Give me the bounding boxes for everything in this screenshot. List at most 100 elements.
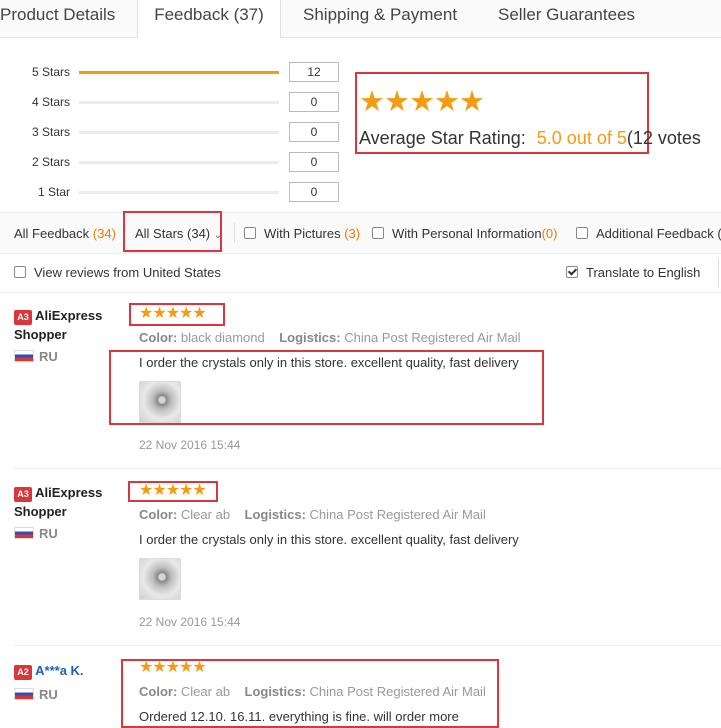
tab-product-details[interactable]: Product Details xyxy=(0,0,137,37)
filter-all-feedback-label: All Feedback xyxy=(14,226,90,241)
divider xyxy=(14,645,721,646)
tab-bar: Product Details Feedback (37) Shipping &… xyxy=(0,0,721,38)
rating-row-1: 1 Star 0 xyxy=(0,182,345,202)
filter-additional-feedback[interactable]: Additional Feedback ( xyxy=(576,226,721,241)
translate-label: Translate to English xyxy=(586,265,701,280)
review-stars-icon: ★★★★★ xyxy=(139,482,207,499)
chevron-down-icon: ⌄ xyxy=(213,230,223,241)
filter-with-pictures[interactable]: With Pictures (3) xyxy=(244,226,360,241)
checkbox-icon[interactable] xyxy=(576,227,588,239)
review-photo-thumbnail[interactable] xyxy=(139,558,181,600)
rating-row-2: 2 Stars 0 xyxy=(0,152,345,172)
rating-bar-fill xyxy=(79,71,279,74)
logistics-value: China Post Registered Air Mail xyxy=(309,684,486,699)
reviewer-country: RU xyxy=(39,526,58,541)
review-text: I order the crystals only in this store.… xyxy=(139,532,519,547)
level-badge: A3 xyxy=(14,310,32,325)
reviewer-country: RU xyxy=(39,349,58,364)
rating-row-label: 5 Stars xyxy=(31,65,70,79)
average-stars-icon: ★★★★★ xyxy=(359,86,485,118)
review-date: 22 Nov 2016 15:44 xyxy=(139,615,241,629)
filter-with-pictures-count: (3) xyxy=(344,226,361,241)
divider xyxy=(234,223,235,243)
logistics-value: China Post Registered Air Mail xyxy=(309,507,486,522)
checkbox-icon[interactable] xyxy=(244,227,256,239)
rating-row-label: 3 Stars xyxy=(31,125,70,139)
rating-bar-track xyxy=(79,101,279,104)
filter-personal-info-label: With Personal Information xyxy=(392,226,542,241)
logistics-value: China Post Registered Air Mail xyxy=(344,330,521,345)
checkbox-icon[interactable] xyxy=(372,227,384,239)
review-photo-thumbnail[interactable] xyxy=(139,381,181,423)
color-value: Clear ab xyxy=(180,507,231,522)
filter-personal-info-count: (0) xyxy=(541,226,558,241)
review-meta: Color: black diamond Logistics: China Po… xyxy=(139,330,521,345)
filter-personal-info[interactable]: With Personal Information(0) xyxy=(372,226,557,241)
rating-bar-track xyxy=(79,71,279,74)
average-rating-label: Average Star Rating: xyxy=(359,128,526,148)
reviewer-info: A2 A***a K. RU xyxy=(14,661,129,704)
rating-count: 0 xyxy=(289,122,339,142)
russia-flag-icon xyxy=(14,350,34,362)
review-meta: Color: Clear ab Logistics: China Post Re… xyxy=(139,684,486,699)
level-badge: A2 xyxy=(14,665,32,680)
view-from-us-label: View reviews from United States xyxy=(34,265,221,280)
rating-count: 0 xyxy=(289,92,339,112)
filter-bar: All Feedback (34) All Stars (34) ⌄ With … xyxy=(0,211,721,254)
rating-bar-track xyxy=(79,161,279,164)
checkbox-icon[interactable] xyxy=(14,266,26,278)
color-label: Color: xyxy=(139,684,178,699)
all-stars-dropdown[interactable]: All Stars (34) ⌄ xyxy=(135,226,222,241)
rating-row-label: 1 Star xyxy=(37,185,70,199)
all-stars-label: All Stars (34) xyxy=(135,226,211,241)
reviewer-country: RU xyxy=(39,687,58,702)
divider xyxy=(718,258,719,288)
review-stars-icon: ★★★★★ xyxy=(139,305,207,322)
checkbox-icon[interactable] xyxy=(566,266,578,278)
rating-count: 0 xyxy=(289,152,339,172)
reviewer-name[interactable]: A***a K. xyxy=(35,663,83,678)
logistics-label: Logistics: xyxy=(244,684,306,699)
color-value: black diamond xyxy=(180,330,265,345)
review-date: 22 Nov 2016 15:44 xyxy=(139,438,241,452)
divider xyxy=(0,292,721,293)
color-value: Clear ab xyxy=(180,684,231,699)
tab-shipping-payment[interactable]: Shipping & Payment xyxy=(303,0,473,37)
tab-seller-guarantees[interactable]: Seller Guarantees xyxy=(498,0,658,37)
divider xyxy=(14,468,721,469)
votes-count: (12 votes xyxy=(626,128,701,148)
rating-count: 12 xyxy=(289,62,339,82)
average-rating: Average Star Rating: 5.0 out of 5(12 vot… xyxy=(359,128,701,149)
filter-with-pictures-label: With Pictures xyxy=(264,226,341,241)
logistics-label: Logistics: xyxy=(279,330,341,345)
rating-bar-track xyxy=(79,191,279,194)
reviewer-name: AliExpress xyxy=(35,485,103,500)
russia-flag-icon xyxy=(14,688,34,700)
filter-additional-label: Additional Feedback ( xyxy=(596,226,721,241)
rating-row-label: 2 Stars xyxy=(31,155,70,169)
reviewer-name-line2: Shopper xyxy=(14,504,67,519)
rating-row-4: 4 Stars 0 xyxy=(0,92,345,112)
view-from-us-option[interactable]: View reviews from United States xyxy=(14,265,221,280)
review-meta: Color: Clear ab Logistics: China Post Re… xyxy=(139,507,486,522)
color-label: Color: xyxy=(139,330,178,345)
color-label: Color: xyxy=(139,507,178,522)
reviewer-name-line2: Shopper xyxy=(14,327,67,342)
filter-all-feedback-count: (34) xyxy=(92,226,116,241)
reviewer-info: A3 AliExpress Shopper RU xyxy=(14,483,129,543)
rating-row-3: 3 Stars 0 xyxy=(0,122,345,142)
rating-row-5: 5 Stars 12 xyxy=(0,62,345,82)
average-rating-value: 5.0 out of 5 xyxy=(536,128,627,148)
reviewer-name: AliExpress xyxy=(35,308,103,323)
review-stars-icon: ★★★★★ xyxy=(139,659,207,676)
translate-option[interactable]: Translate to English xyxy=(566,265,700,280)
rating-row-label: 4 Stars xyxy=(31,95,70,109)
tab-feedback[interactable]: Feedback (37) xyxy=(137,0,281,38)
review-text: Ordered 12.10. 16.11. everything is fine… xyxy=(139,709,459,724)
russia-flag-icon xyxy=(14,527,34,539)
rating-count: 0 xyxy=(289,182,339,202)
logistics-label: Logistics: xyxy=(244,507,306,522)
filter-all-feedback[interactable]: All Feedback (34) xyxy=(14,226,116,241)
review-text: I order the crystals only in this store.… xyxy=(139,355,519,370)
rating-bar-track xyxy=(79,131,279,134)
